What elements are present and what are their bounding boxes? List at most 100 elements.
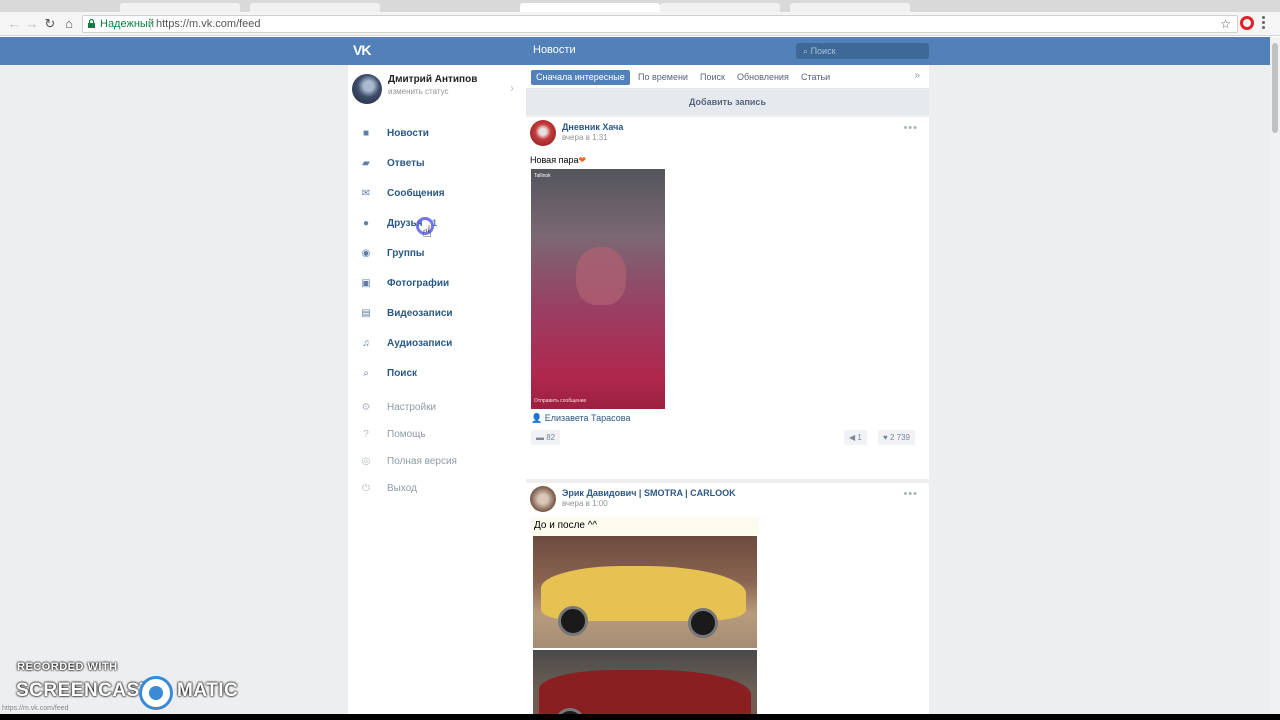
reposts-count: 1 <box>857 433 862 442</box>
avatar[interactable] <box>530 486 556 512</box>
sidebar-item-search[interactable]: ⌕ Поиск <box>348 362 526 386</box>
more-options-icon[interactable]: ••• <box>903 488 918 500</box>
sidebar-item-label: Фотографии <box>387 278 450 289</box>
watermark-screencast: SCREENCAST <box>16 680 152 701</box>
comments-count: 82 <box>546 433 556 442</box>
post-card: Дневник Хача вчера в 1:31 ••• Новая пара… <box>526 117 929 479</box>
double-chevron-right-icon[interactable]: » <box>914 70 920 81</box>
post-time[interactable]: вчера в 1:31 <box>562 133 608 142</box>
sidebar-item-replies[interactable]: ▰ Ответы <box>348 152 526 176</box>
browser-tab[interactable] <box>250 3 380 12</box>
tab-search[interactable]: Поиск <box>695 70 730 85</box>
search-input[interactable]: ⌕ Поиск <box>796 43 929 59</box>
browser-tab-strip <box>0 0 1280 12</box>
lock-icon <box>88 19 95 28</box>
sidebar-item-label: Группы <box>387 248 425 259</box>
home-icon[interactable]: ⌂ <box>61 16 77 32</box>
sidebar-item-label: Помощь <box>387 429 426 440</box>
audio-icon: ♫ <box>362 338 370 349</box>
sidebar-item-label: Аудиозаписи <box>387 338 453 349</box>
search-icon: ⌕ <box>803 46 809 56</box>
browser-tab[interactable] <box>660 3 780 12</box>
tagged-person-name: Елизавета Тарасова <box>544 413 631 423</box>
gear-icon: ⚙ <box>361 402 371 413</box>
sidebar-item-groups[interactable]: ◉ Группы <box>348 242 526 266</box>
wheel <box>558 606 588 636</box>
sidebar-item-label: Выход <box>387 483 417 494</box>
bookmark-star-icon[interactable]: ☆ <box>1220 16 1231 32</box>
tab-interesting-first[interactable]: Сначала интересные <box>531 70 630 85</box>
sidebar-item-news[interactable]: ■ Новости <box>348 122 526 146</box>
profile-status[interactable]: изменить статус <box>388 87 449 96</box>
add-post-button[interactable]: Добавить запись <box>526 90 929 115</box>
likes-count: 2 739 <box>889 433 911 442</box>
like-button[interactable]: ♥ 2 739 <box>878 430 916 445</box>
photo-subject <box>576 247 626 305</box>
profile-block[interactable]: Дмитрий Антипов изменить статус › <box>348 65 526 115</box>
watermark-line1: RECORDED WITH <box>17 661 118 673</box>
browser-tab[interactable] <box>120 3 240 12</box>
photo-bottom-label: Отправить сообщение <box>534 398 587 404</box>
sidebar-item-label: Видеозаписи <box>387 308 453 319</box>
post-card: Эрик Давидович | SMOTRA | CARLOOK вчера … <box>526 483 929 720</box>
post-author[interactable]: Эрик Давидович | SMOTRA | CARLOOK <box>562 488 736 498</box>
url-text[interactable]: https://m.vk.com/feed <box>156 16 261 32</box>
tagged-person[interactable]: 👤 Елизавета Тарасова <box>531 413 630 424</box>
comment-icon: ▬ <box>536 433 547 442</box>
opera-extension-icon[interactable] <box>1240 16 1254 30</box>
vk-header: VK Новости ⌕ Поиск <box>0 37 1270 65</box>
messages-icon: ✉ <box>361 188 371 199</box>
scrollbar-thumb[interactable] <box>1272 43 1278 133</box>
post-photo-after[interactable] <box>533 650 757 720</box>
vk-logo[interactable]: VK <box>353 43 375 57</box>
address-bar[interactable]: Надежный https://m.vk.com/feed ☆ <box>82 15 1238 33</box>
watermark-matic: MATIC <box>177 680 239 701</box>
sidebar-item-logout[interactable]: ⏻ Выход <box>348 477 526 501</box>
more-options-icon[interactable]: ••• <box>903 122 918 134</box>
page-content: VK Новости ⌕ Поиск Дмитрий Антипов измен… <box>0 37 1270 720</box>
power-icon: ⏻ <box>362 483 370 494</box>
sidebar-item-photos[interactable]: ▣ Фотографии <box>348 272 526 296</box>
tab-articles[interactable]: Статьи <box>796 70 835 85</box>
avatar[interactable] <box>530 120 556 146</box>
sidebar-item-label: Полная версия <box>387 456 457 467</box>
post-text-content: Новая пара <box>530 155 579 165</box>
sidebar-item-full-version[interactable]: ◎ Полная версия <box>348 450 526 474</box>
page-title: Новости <box>533 44 576 56</box>
tab-updates[interactable]: Обновления <box>732 70 794 85</box>
news-icon: ■ <box>362 128 370 139</box>
sidebar-item-label: Поиск <box>387 368 418 379</box>
forward-icon[interactable]: → <box>24 16 40 32</box>
sidebar-item-friends[interactable]: ● Друзья 1 <box>348 212 526 236</box>
vertical-scrollbar[interactable] <box>1270 37 1280 720</box>
heart-icon: ♥ <box>883 433 890 442</box>
photos-icon: ▣ <box>361 278 371 289</box>
groups-icon: ◉ <box>361 248 371 259</box>
post-time[interactable]: вчера в 1:00 <box>562 499 608 508</box>
browser-tab[interactable] <box>790 3 910 12</box>
browser-tab-active[interactable] <box>520 3 660 12</box>
post-author[interactable]: Дневник Хача <box>562 122 623 132</box>
post-photo[interactable]: Tallinok Отправить сообщение <box>531 169 665 409</box>
tab-by-time[interactable]: По времени <box>633 70 693 85</box>
divider <box>150 18 151 30</box>
secure-label: Надежный <box>100 18 154 30</box>
comments-button[interactable]: ▬ 82 <box>531 430 561 445</box>
repost-button[interactable]: ◀ 1 <box>844 430 867 445</box>
reload-icon[interactable]: ↻ <box>42 16 58 32</box>
sidebar-item-audio[interactable]: ♫ Аудиозаписи <box>348 332 526 356</box>
post-photo-before[interactable] <box>533 536 757 648</box>
sidebar-item-help[interactable]: ? Помощь <box>348 423 526 447</box>
profile-name[interactable]: Дмитрий Антипов <box>388 74 477 85</box>
sidebar-item-videos[interactable]: ▤ Видеозаписи <box>348 302 526 326</box>
sidebar-item-messages[interactable]: ✉ Сообщения <box>348 182 526 206</box>
videos-icon: ▤ <box>361 308 371 319</box>
avatar[interactable] <box>352 74 382 104</box>
photo-top-label: Tallinok <box>534 173 551 179</box>
replies-icon: ▰ <box>362 158 370 169</box>
browser-menu-icon[interactable] <box>1262 16 1266 30</box>
left-sidebar: Дмитрий Антипов изменить статус › ■ Ново… <box>348 65 526 720</box>
post-text: Новая пара❤ <box>530 155 586 166</box>
sidebar-item-settings[interactable]: ⚙ Настройки <box>348 396 526 420</box>
back-icon[interactable]: ← <box>6 16 22 32</box>
